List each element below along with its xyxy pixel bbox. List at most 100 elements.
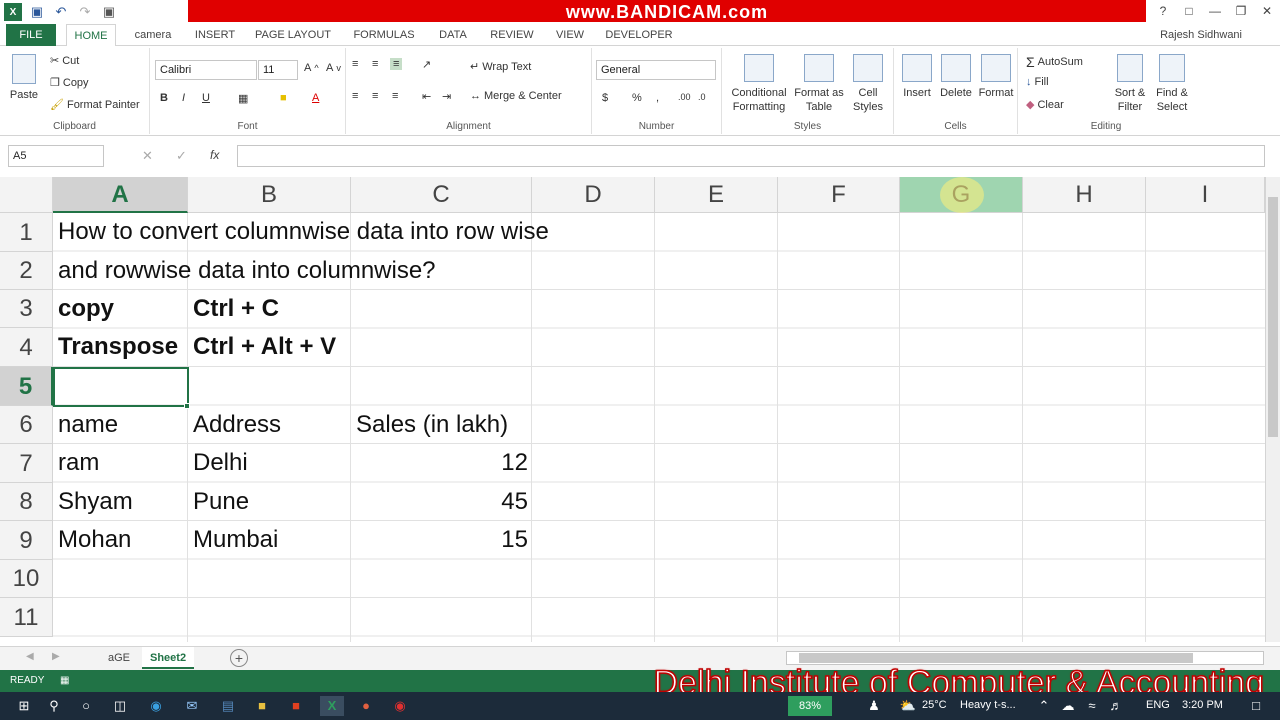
tab-review[interactable]: REVIEW xyxy=(484,24,540,46)
insert-button[interactable]: Insert xyxy=(898,54,936,100)
volume-icon[interactable]: ♬ xyxy=(1106,696,1126,716)
increase-indent-icon[interactable]: ⇥ xyxy=(442,90,451,103)
cell-styles-button[interactable]: Cell Styles xyxy=(846,54,890,114)
decrease-decimal-icon[interactable]: .0 xyxy=(698,92,706,102)
row-header-6[interactable]: 6 xyxy=(0,406,53,444)
clear-button[interactable]: ◆ Clear xyxy=(1026,98,1064,112)
store-icon[interactable]: ▤ xyxy=(218,696,238,716)
tab-home[interactable]: HOME xyxy=(66,24,116,47)
copy-button[interactable]: ❐ Copy xyxy=(50,76,89,90)
h-scroll-thumb[interactable] xyxy=(799,653,1193,663)
sheet-tab-age[interactable]: aGE xyxy=(100,647,138,669)
row-header-7[interactable]: 7 xyxy=(0,444,53,483)
tab-data[interactable]: DATA xyxy=(430,24,476,46)
ribbon-display-icon[interactable]: □ xyxy=(1176,0,1202,22)
wrap-text-button[interactable]: ↵ Wrap Text xyxy=(470,60,531,74)
currency-icon[interactable]: $ xyxy=(602,92,608,104)
row-header-10[interactable]: 10 xyxy=(0,560,53,598)
border-icon[interactable]: ▦ xyxy=(238,92,248,105)
row-header-8[interactable]: 8 xyxy=(0,483,53,521)
column-header-h[interactable]: H xyxy=(1023,177,1146,213)
fill-color-icon[interactable]: ■ xyxy=(280,92,287,104)
enter-icon[interactable]: ✓ xyxy=(176,148,187,164)
undo-icon[interactable]: ↶ xyxy=(52,3,70,21)
redo-icon[interactable]: ↷ xyxy=(76,3,94,21)
conditional-formatting-button[interactable]: Conditional Formatting xyxy=(728,54,790,114)
cell-a3[interactable]: copy xyxy=(53,290,114,328)
cancel-icon[interactable]: ✕ xyxy=(142,148,153,164)
column-header-e[interactable]: E xyxy=(655,177,778,213)
cell-a4[interactable]: Transpose xyxy=(53,328,178,367)
worksheet-grid[interactable]: A B C D E F G H I 1 2 3 4 5 6 7 8 9 10 1… xyxy=(0,177,1265,642)
cell-a6[interactable]: name xyxy=(53,406,118,444)
merge-center-button[interactable]: ↔ Merge & Center xyxy=(470,90,562,102)
scroll-right-icon[interactable]: ▶ xyxy=(52,651,60,662)
align-left-icon[interactable]: ≡ xyxy=(352,90,358,102)
excel-taskbar-icon[interactable]: X xyxy=(320,696,344,716)
person-icon[interactable]: ♟ xyxy=(864,696,884,716)
tab-view[interactable]: VIEW xyxy=(548,24,592,46)
cell-b9[interactable]: Mumbai xyxy=(188,521,278,560)
tab-developer[interactable]: DEVELOPER xyxy=(600,24,678,46)
row-header-3[interactable]: 3 xyxy=(0,290,53,328)
bottom-align-icon[interactable]: ≡ xyxy=(390,58,403,70)
cell-c8[interactable]: 45 xyxy=(351,483,532,521)
row-header-9[interactable]: 9 xyxy=(0,521,53,560)
cut-button[interactable]: ✂ Cut xyxy=(50,54,79,68)
cell-b4[interactable]: Ctrl + Alt + V xyxy=(188,328,336,367)
cell-c9[interactable]: 15 xyxy=(351,521,532,560)
format-painter-button[interactable]: 🖌 Format Painter xyxy=(50,98,140,112)
delete-button[interactable]: Delete xyxy=(936,54,976,100)
decrease-indent-icon[interactable]: ⇤ xyxy=(422,90,431,103)
minimize-icon[interactable]: — xyxy=(1202,0,1228,22)
insert-function-icon[interactable]: fx xyxy=(210,148,219,162)
task-view-icon[interactable]: ◫ xyxy=(110,696,130,716)
percent-icon[interactable]: % xyxy=(632,92,642,104)
vertical-scrollbar[interactable] xyxy=(1265,177,1280,642)
tab-page-layout[interactable]: PAGE LAYOUT xyxy=(250,24,336,46)
scroll-left-icon[interactable]: ◀ xyxy=(26,651,34,662)
tab-insert[interactable]: INSERT xyxy=(188,24,242,46)
paste-button[interactable]: Paste xyxy=(6,54,42,102)
tab-formulas[interactable]: FORMULAS xyxy=(346,24,422,46)
cell-b6[interactable]: Address xyxy=(188,406,281,444)
cell-b7[interactable]: Delhi xyxy=(188,444,248,483)
font-size-select[interactable]: 11 xyxy=(258,60,298,80)
close-icon[interactable]: ✕ xyxy=(1254,0,1280,22)
column-header-c[interactable]: C xyxy=(351,177,532,213)
wifi-icon[interactable]: ≈ xyxy=(1082,696,1102,716)
formula-input[interactable] xyxy=(237,145,1265,167)
cell-b3[interactable]: Ctrl + C xyxy=(188,290,279,328)
cell-c6[interactable]: Sales (in lakh) xyxy=(351,406,508,444)
chevron-up-icon[interactable]: ⌃ xyxy=(1034,696,1054,716)
name-box[interactable]: A5 xyxy=(8,145,104,167)
windows-start-icon[interactable]: ⊞ xyxy=(14,696,34,716)
restore-icon[interactable]: ❐ xyxy=(1228,0,1254,22)
column-header-b[interactable]: B xyxy=(188,177,351,213)
align-center-icon[interactable]: ≡ xyxy=(372,90,378,102)
office-icon[interactable]: ■ xyxy=(286,696,306,716)
help-icon[interactable]: ? xyxy=(1150,0,1176,22)
cell-a2[interactable]: and rowwise data into columnwise? xyxy=(53,252,436,290)
cell-a9[interactable]: Mohan xyxy=(53,521,131,560)
camera-icon[interactable]: ▣ xyxy=(100,3,118,21)
column-header-d[interactable]: D xyxy=(532,177,655,213)
clock-time[interactable]: 3:20 PM xyxy=(1182,699,1223,711)
cell-a1[interactable]: How to convert columnwise data into row … xyxy=(53,213,549,252)
tab-camera[interactable]: camera xyxy=(122,24,184,46)
tab-file[interactable]: FILE xyxy=(6,24,56,46)
search-icon[interactable]: ⚲ xyxy=(44,696,64,716)
grow-font-icon[interactable]: A ^ xyxy=(304,62,319,74)
cell-a7[interactable]: ram xyxy=(53,444,99,483)
scroll-thumb[interactable] xyxy=(1268,197,1278,437)
shrink-font-icon[interactable]: Av xyxy=(326,62,341,74)
column-header-f[interactable]: F xyxy=(778,177,900,213)
language-indicator[interactable]: ENG xyxy=(1146,699,1170,711)
edge-icon[interactable]: ◉ xyxy=(146,696,166,716)
select-all-corner[interactable] xyxy=(0,177,53,213)
cell-a5-selected[interactable] xyxy=(53,367,189,407)
find-select-button[interactable]: Find & Select xyxy=(1152,54,1192,114)
macro-record-icon[interactable]: ▦ xyxy=(60,670,69,692)
row-header-4[interactable]: 4 xyxy=(0,328,53,367)
network-icon[interactable]: ☁ xyxy=(1058,696,1078,716)
